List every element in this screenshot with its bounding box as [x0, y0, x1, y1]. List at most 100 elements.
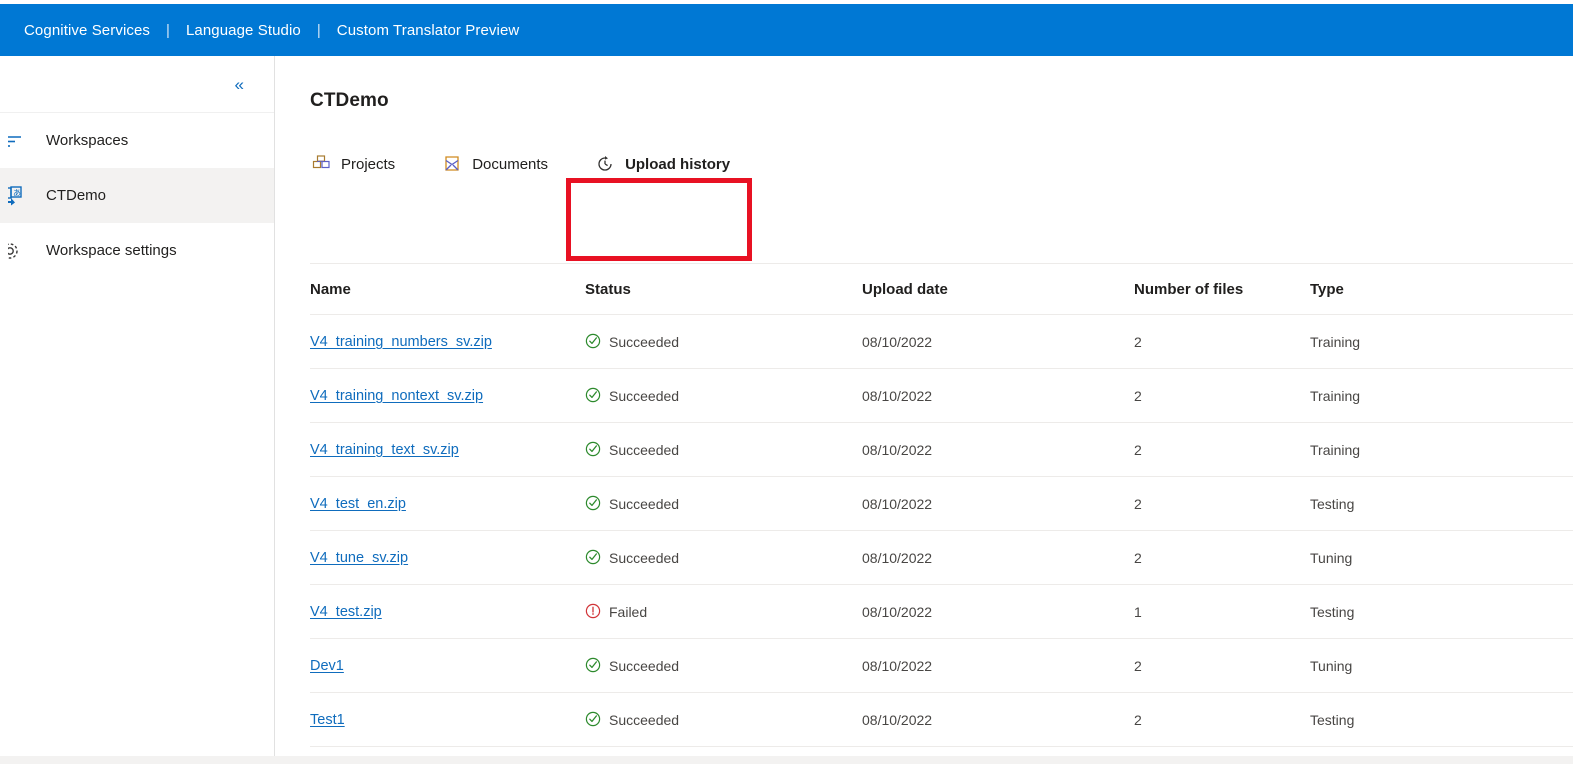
- breadcrumb-language-studio[interactable]: Language Studio: [186, 22, 301, 39]
- status-label: Succeeded: [609, 441, 680, 458]
- status-label: Succeeded: [609, 333, 680, 350]
- cell-name: V4_training_nontext_sv.zip: [310, 387, 585, 404]
- cell-upload-date: 08/10/2022: [862, 603, 933, 620]
- breadcrumb-separator: |: [166, 21, 170, 39]
- breadcrumb-custom-translator-preview[interactable]: Custom Translator Preview: [337, 22, 520, 39]
- cell-status: Failed: [585, 603, 862, 620]
- projects-icon: [312, 154, 334, 174]
- status-label: Succeeded: [609, 657, 680, 674]
- upload-name-link[interactable]: V4_training_nontext_sv.zip: [310, 388, 483, 404]
- status-success-icon: [585, 387, 602, 404]
- column-header-status[interactable]: Status: [585, 281, 862, 298]
- status-label: Failed: [609, 603, 648, 620]
- sidebar-item-ctdemo[interactable]: a あ CTDemo: [0, 168, 274, 223]
- column-header-upload-date[interactable]: Upload date: [862, 281, 1134, 298]
- cell-name: V4_training_numbers_sv.zip: [310, 333, 585, 350]
- table-header-row: Name Status Upload date Number of files …: [310, 263, 1573, 315]
- status-label: Succeeded: [609, 495, 680, 512]
- cell-upload-date: 08/10/2022: [862, 495, 933, 512]
- main-content: CTDemo Projects Documents Upload history…: [276, 56, 1573, 764]
- list-icon: [8, 131, 36, 151]
- documents-icon: [443, 154, 465, 174]
- cell-status: Succeeded: [585, 549, 862, 566]
- global-header: Cognitive Services | Language Studio | C…: [0, 4, 1573, 56]
- upload-name-link[interactable]: V4_training_text_sv.zip: [310, 442, 459, 458]
- cell-number-of-files: 2: [1134, 333, 1142, 350]
- tab-bar: Projects Documents Upload history: [306, 140, 772, 184]
- sidebar-item-label: Workspaces: [46, 132, 129, 149]
- upload-name-link[interactable]: V4_tune_sv.zip: [310, 550, 408, 566]
- cell-type: Testing: [1310, 603, 1355, 620]
- status-success-icon: [585, 549, 602, 566]
- gear-icon: [8, 241, 36, 261]
- tab-upload-history[interactable]: Upload history: [590, 140, 736, 184]
- cell-upload-date: 08/10/2022: [862, 387, 933, 404]
- upload-name-link[interactable]: V4_test.zip: [310, 604, 382, 620]
- breadcrumb-cognitive-services[interactable]: Cognitive Services: [24, 22, 150, 39]
- cell-name: V4_tune_sv.zip: [310, 549, 585, 566]
- cell-status: Succeeded: [585, 441, 862, 458]
- upload-history-highlight-annotation: [566, 178, 752, 261]
- cell-name: V4_training_text_sv.zip: [310, 441, 585, 458]
- status-label: Succeeded: [609, 387, 680, 404]
- cell-upload-date: 08/10/2022: [862, 441, 933, 458]
- sidebar-item-workspaces[interactable]: Workspaces: [0, 113, 274, 168]
- column-header-number-of-files[interactable]: Number of files: [1134, 281, 1310, 298]
- status-success-icon: [585, 657, 602, 674]
- cell-type: Testing: [1310, 711, 1355, 728]
- tab-projects[interactable]: Projects: [306, 140, 401, 184]
- sidebar-collapse-row: «: [0, 56, 274, 113]
- upload-name-link[interactable]: V4_test_en.zip: [310, 496, 406, 512]
- cell-type: Testing: [1310, 495, 1355, 512]
- cell-type: Training: [1310, 441, 1361, 458]
- column-header-name[interactable]: Name: [310, 281, 585, 298]
- sidebar-item-label: Workspace settings: [46, 242, 177, 259]
- column-header-type[interactable]: Type: [1310, 281, 1490, 298]
- upload-name-link[interactable]: Test1: [310, 712, 345, 728]
- cell-type: Tuning: [1310, 657, 1353, 674]
- cell-number-of-files: 1: [1134, 603, 1142, 620]
- tab-label: Projects: [341, 155, 396, 173]
- upload-name-link[interactable]: Dev1: [310, 658, 344, 674]
- cell-name: V4_test.zip: [310, 603, 585, 620]
- active-tab-indicator: [594, 178, 733, 181]
- translate-icon: a あ: [8, 185, 36, 206]
- table-row: V4_test.zip Failed 08/10/2022 1 Testing: [310, 585, 1573, 639]
- tab-documents[interactable]: Documents: [437, 140, 554, 184]
- status-label: Succeeded: [609, 549, 680, 566]
- svg-text:あ: あ: [13, 188, 21, 197]
- cell-type: Training: [1310, 387, 1361, 404]
- table-row: V4_training_numbers_sv.zip Succeeded 08/10…: [310, 315, 1573, 369]
- upload-name-link[interactable]: V4_training_numbers_sv.zip: [310, 334, 492, 350]
- cell-name: Dev1: [310, 657, 585, 674]
- status-success-icon: [585, 441, 602, 458]
- table-row: V4_training_text_sv.zip Succeeded 08/10/20…: [310, 423, 1573, 477]
- upload-history-table: Name Status Upload date Number of files …: [310, 263, 1573, 747]
- cell-status: Succeeded: [585, 657, 862, 674]
- cell-upload-date: 08/10/2022: [862, 333, 933, 350]
- table-row: Dev1 Succeeded 08/10/2022 2 Tuning: [310, 639, 1573, 693]
- status-success-icon: [585, 495, 602, 512]
- cell-status: Succeeded: [585, 495, 862, 512]
- cell-number-of-files: 2: [1134, 495, 1142, 512]
- breadcrumb-separator: |: [316, 21, 321, 39]
- cell-upload-date: 08/10/2022: [862, 549, 933, 566]
- status-success-icon: [585, 711, 602, 728]
- table-row: Test1 Succeeded 08/10/2022 2 Testing: [310, 693, 1573, 747]
- cell-upload-date: 08/10/2022: [862, 711, 933, 728]
- cell-name: Test1: [310, 711, 585, 728]
- cell-number-of-files: 2: [1134, 441, 1142, 458]
- history-clock-icon: [596, 154, 618, 174]
- sidebar-item-workspace-settings[interactable]: Workspace settings: [0, 223, 274, 278]
- cell-status: Succeeded: [585, 387, 862, 404]
- cell-type: Tuning: [1310, 549, 1353, 566]
- cell-upload-date: 08/10/2022: [862, 657, 933, 674]
- cell-number-of-files: 2: [1134, 549, 1142, 566]
- chevron-double-left-icon[interactable]: «: [231, 72, 248, 97]
- left-navigation-rail: « Workspaces a あ CTDemo: [0, 56, 275, 764]
- status-label: Succeeded: [609, 711, 680, 728]
- cell-type: Training: [1310, 333, 1361, 350]
- page-bottom-strip: [0, 756, 1573, 764]
- table-row: V4_tune_sv.zip Succeeded 08/10/2022 2 Tuning: [310, 531, 1573, 585]
- cell-number-of-files: 2: [1134, 387, 1142, 404]
